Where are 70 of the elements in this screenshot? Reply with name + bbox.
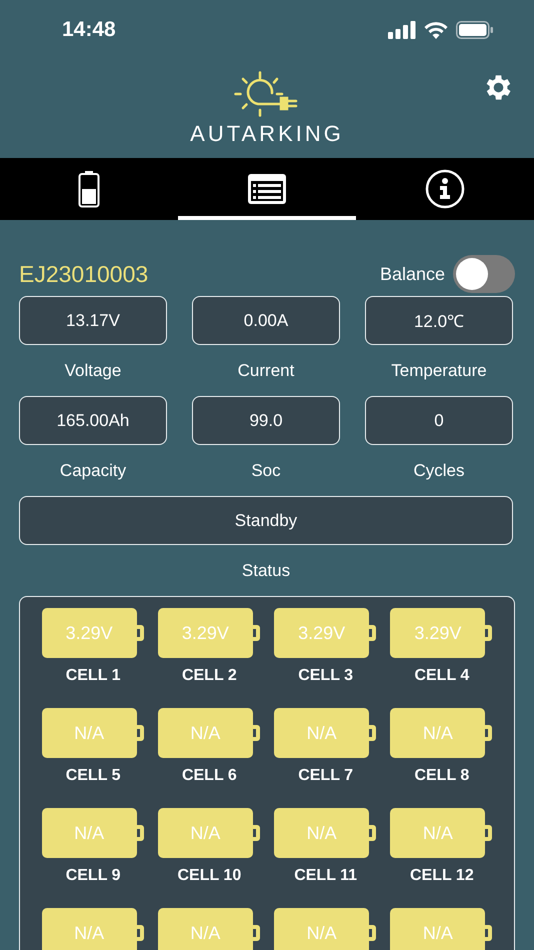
battery-terminal-icon [369,723,378,743]
cell-label: CELL 4 [414,667,470,685]
cell-label: CELL 6 [182,767,237,785]
cell-label: CELL 10 [178,867,242,885]
battery-terminal-icon [369,623,378,643]
metric-caption: Voltage [64,361,122,381]
battery-terminal-icon [252,723,261,743]
value-display: 0.00A [192,296,340,345]
cell-label: CELL 3 [298,667,354,685]
clock-time: 14:48 [62,18,116,42]
battery-terminal-icon [252,923,261,943]
cell-voltage: N/A [390,908,486,950]
balance-label: Balance [380,264,445,284]
cell-voltage: 3.29V [390,608,486,658]
value-display: 99.0 [192,396,340,445]
value-display: 13.17V [19,296,167,345]
cell-label: CELL 9 [66,867,121,885]
battery-terminal-icon [485,623,494,643]
metric-caption: Soc [251,461,281,481]
cell-label: CELL 8 [414,767,470,785]
cell-label: CELL 12 [410,867,474,885]
cell-voltage: N/A [274,908,370,950]
cell-voltage: N/A [42,908,137,950]
cell-label: CELL 11 [294,867,358,885]
balance-toggle[interactable] [453,255,515,293]
sun-plug-logo-icon [234,71,300,117]
cell-label: CELL 7 [298,767,354,785]
list-icon [248,174,286,204]
brand-name: AUTARKING [190,121,344,147]
cell-label: CELL 5 [66,767,121,785]
cell-voltage: N/A [274,808,370,858]
battery-terminal-icon [485,823,494,843]
cell-voltage: N/A [158,808,253,858]
battery-terminal-icon [485,923,494,943]
cell-voltage: N/A [158,908,253,950]
value-display: Standby [19,496,513,545]
battery-terminal-icon [252,823,261,843]
value-display: 12.0℃ [365,296,513,345]
wifi-icon [424,21,448,39]
cell-voltage: N/A [158,708,253,758]
battery-terminal-icon [252,623,261,643]
metric-caption: Status [242,561,290,581]
battery-terminal-icon [369,923,378,943]
cell-voltage: N/A [390,808,486,858]
battery-terminal-icon [136,923,145,943]
cell-voltage: N/A [274,708,370,758]
cell-voltage: 3.29V [42,608,137,658]
battery-terminal-icon [485,723,494,743]
cell-voltage: 3.29V [158,608,253,658]
metric-caption: Temperature [391,361,487,381]
metric-caption: Capacity [60,461,126,481]
cell-voltage: N/A [42,708,137,758]
metric-caption: Cycles [413,461,464,481]
cell-voltage: N/A [42,808,137,858]
device-name: EJ23010003 [19,260,148,288]
cell-label: CELL 1 [66,667,121,685]
battery-icon [78,170,100,208]
battery-terminal-icon [136,623,145,643]
cell-voltage: 3.29V [274,608,370,658]
metric-caption: Current [238,361,294,381]
battery-status-icon [456,21,494,39]
signal-icon [388,21,416,39]
value-display: 165.00Ah [19,396,167,445]
battery-terminal-icon [136,823,145,843]
battery-terminal-icon [136,723,145,743]
cell-voltage: N/A [390,708,486,758]
battery-terminal-icon [369,823,378,843]
cell-label: CELL 2 [182,667,237,685]
info-icon [425,169,465,209]
value-display: 0 [365,396,513,445]
